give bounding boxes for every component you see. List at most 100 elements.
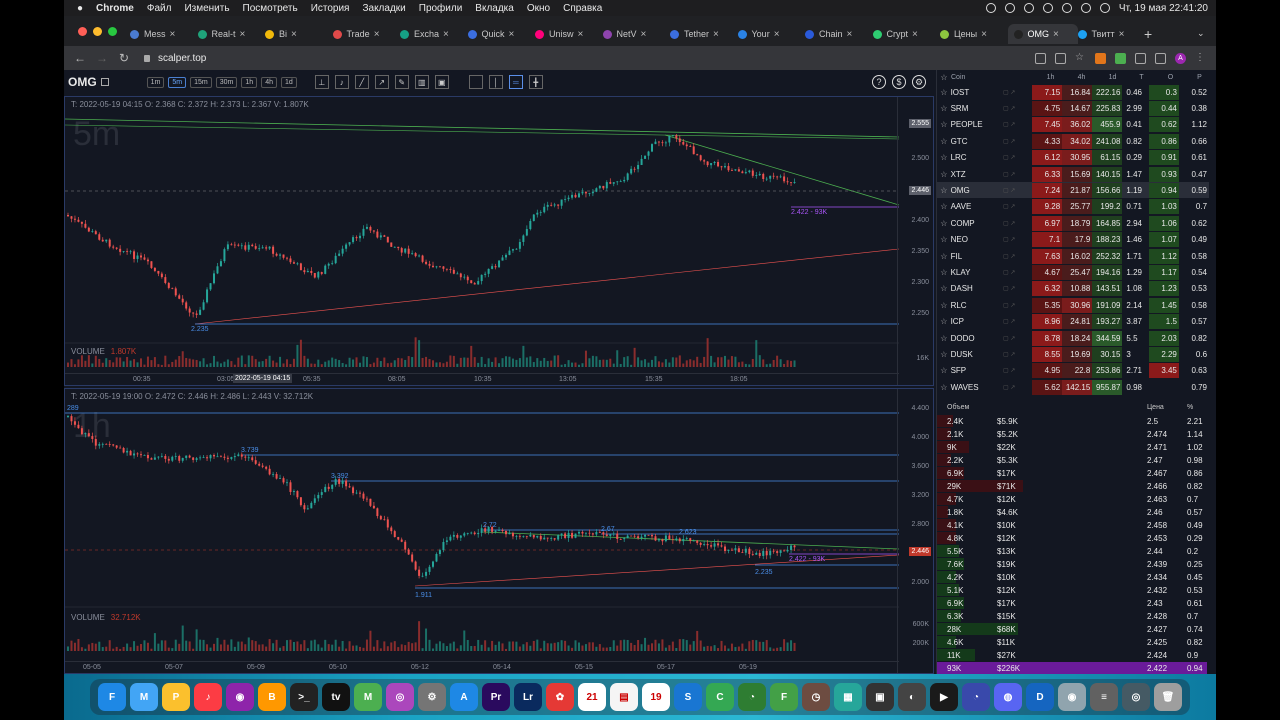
orderbook-row[interactable]: 6.3K $15K 2.428 0.7 [937,610,1209,623]
new-tab-button[interactable]: + [1144,26,1152,42]
menu-history[interactable]: История [311,3,350,14]
browser-tab[interactable]: Bi × [265,24,325,44]
col-4h[interactable]: 4h [1066,74,1097,81]
orderbook-row[interactable]: 4.1K $10K 2.458 0.49 [937,519,1209,532]
apple-icon[interactable]: ● [77,3,83,14]
orderbook-row[interactable]: 6.9K $17K 2.467 0.86 [937,467,1209,480]
star-icon[interactable]: ☆ [937,73,951,82]
star-icon[interactable]: ☆ [937,186,951,195]
profile-avatar[interactable]: A [1175,52,1186,64]
star-icon[interactable]: ☆ [937,104,951,113]
star-icon[interactable]: ☆ [937,137,951,146]
extension-green-icon[interactable] [1115,52,1126,64]
dollar-icon[interactable]: $ [892,75,906,89]
star-icon[interactable]: ☆ [937,284,951,293]
dock-app-icon[interactable]: Lr [514,683,542,711]
watchlist-row[interactable]: ☆ IOST ▢ ↗ 7.15 16.84 222.16 0.46 0.3 0.52 [937,84,1209,100]
timeframe-30m[interactable]: 30m [215,76,238,88]
col-1h[interactable]: 1h [1035,74,1066,81]
search-icon[interactable] [1080,3,1091,13]
tab-close-icon[interactable]: × [774,29,780,40]
tab-close-icon[interactable]: × [170,29,176,40]
browser-tab[interactable]: Mess × [130,24,190,44]
url-field[interactable]: scalper.top [144,53,206,64]
timeframe-1h[interactable]: 1h [241,76,258,88]
record-icon[interactable] [985,3,996,13]
reload-button[interactable]: ↻ [118,51,130,65]
watchlist-row[interactable]: ☆ LRC ▢ ↗ 6.12 30.95 61.15 0.29 0.91 0.61 [937,150,1209,166]
tab-close-icon[interactable]: × [509,29,515,40]
time-axis[interactable]: 00:35 03:05 05:35 08:05 10:35 13:05 15:3… [65,373,899,385]
orderbook-row[interactable]: 4.6K $11K 2.425 0.82 [937,636,1209,649]
timeframe-15m[interactable]: 15m [190,76,212,88]
star-icon[interactable]: ☆ [937,301,951,310]
minimize-window-button[interactable] [93,27,102,36]
forward-button[interactable]: → [96,51,108,65]
dock-app-icon[interactable]: ◉ [226,683,254,711]
menu-app-name[interactable]: Chrome [96,3,134,14]
dock-app-icon[interactable]: ⚙ [418,683,446,711]
orderbook-row[interactable]: 2.2K $5.3K 2.47 0.98 [937,454,1209,467]
control-center-icon[interactable] [1099,3,1110,13]
browser-tab[interactable]: Цены × [940,24,1000,44]
star-icon[interactable]: ☆ [937,317,951,326]
dock-app-icon[interactable]: P [162,683,190,711]
menu-file[interactable]: Файл [147,3,172,14]
dock-app-icon[interactable]: S [674,683,702,711]
dock-app-icon[interactable]: ▶ [930,683,958,711]
url-text[interactable]: scalper.top [158,53,206,64]
menu-view[interactable]: Посмотреть [243,3,298,14]
chart-1h-pane[interactable]: 1h T: 2022-05-19 19:00 O: 2.472 C: 2.446… [64,388,934,674]
metamask-icon[interactable] [1095,52,1106,64]
star-icon[interactable]: ☆ [937,350,951,359]
candles-1h[interactable] [65,389,899,663]
watchlist-row[interactable]: ☆ COMP ▢ ↗ 6.97 18.79 164.85 2.94 1.06 0.62 [937,215,1209,231]
orderbook-row[interactable]: 11K $27K 2.424 0.9 [937,649,1209,662]
dock-app-icon[interactable]: ◐ [898,683,926,711]
orderbook-row[interactable]: 7.6K $19K 2.439 0.25 [937,558,1209,571]
browser-tab[interactable]: Quick × [467,24,528,44]
chart-5m-pane[interactable]: 5m T: 2022-05-19 04:15 O: 2.368 C: 2.372… [64,96,934,386]
orderbook-row[interactable]: 2.1K $5.2K 2.474 1.14 [937,428,1209,441]
orderbook-row[interactable]: 2.4K $5.9K 2.5 2.21 [937,415,1209,428]
timeframe-5m[interactable]: 5m [168,76,187,88]
watchlist-row[interactable]: ☆ OMG ▢ ↗ 7.24 21.87 156.66 1.19 0.94 0.59 [937,182,1209,199]
browser-tab[interactable]: Твитт × [1077,24,1138,44]
star-icon[interactable]: ☆ [937,219,951,228]
orderbook-row[interactable]: 5.5K $13K 2.44 0.2 [937,545,1209,558]
dock-app-icon[interactable]: C [706,683,734,711]
watchlist-row[interactable]: ☆ GTC ▢ ↗ 4.33 34.02 241.08 0.82 0.86 0.66 [937,133,1209,149]
time-axis[interactable]: 05-05 05-07 05-09 05-10 05-12 05-14 05-1… [65,661,899,673]
watchlist-row[interactable]: ☆ FIL ▢ ↗ 7.63 16.02 252.32 1.71 1.12 0.58 [937,248,1209,264]
orderbook-row[interactable]: 28K $68K 2.427 0.74 [937,623,1209,636]
copy-icon[interactable] [100,78,109,86]
timeframe-4h[interactable]: 4h [261,76,277,88]
trendline-tool-icon[interactable]: ╱ [354,75,369,89]
browser-tab[interactable]: Crypt × [872,24,933,44]
ruler-tool-icon[interactable]: ⊥ [314,75,329,89]
timeframe-1d[interactable]: 1d [280,76,297,88]
tab-close-icon[interactable]: × [641,29,647,40]
tab-close-icon[interactable]: × [240,29,246,40]
star-icon[interactable]: ☆ [937,366,951,375]
dock-app-icon[interactable]: ◷ [802,683,830,711]
dock-app-icon[interactable]: D [1026,683,1054,711]
candles-5m[interactable] [65,97,899,375]
tab-close-icon[interactable]: × [713,29,719,40]
star-icon[interactable]: ☆ [937,120,951,129]
watchlist-row[interactable]: ☆ DODO ▢ ↗ 8.78 18.24 344.59 5.5 2.03 0.82 [937,330,1209,346]
ray-tool-icon[interactable]: ↗ [374,75,389,89]
menubar-clock[interactable]: Чт, 19 мая 22:41:20 [1119,3,1208,14]
dock-app-icon[interactable]: Pr [482,683,510,711]
dock-app-icon[interactable]: ▤ [610,683,638,711]
layout-vertical-icon[interactable]: │ [488,75,503,89]
menu-profiles[interactable]: Профили [419,3,463,14]
watchlist-row[interactable]: ☆ PEOPLE ▢ ↗ 7.45 36.02 455.9 0.41 0.62 1.12 [937,117,1209,133]
back-button[interactable]: ← [74,51,86,65]
browser-tab[interactable]: Tether × [670,24,730,44]
tab-close-icon[interactable]: × [981,29,987,40]
dock-app-icon[interactable]: M [130,683,158,711]
star-icon[interactable]: ☆ [937,88,951,97]
dock-app-icon[interactable]: ▣ [866,683,894,711]
watchlist-row[interactable]: ☆ AAVE ▢ ↗ 9.28 25.77 199.2 0.71 1.03 0.7 [937,199,1209,215]
